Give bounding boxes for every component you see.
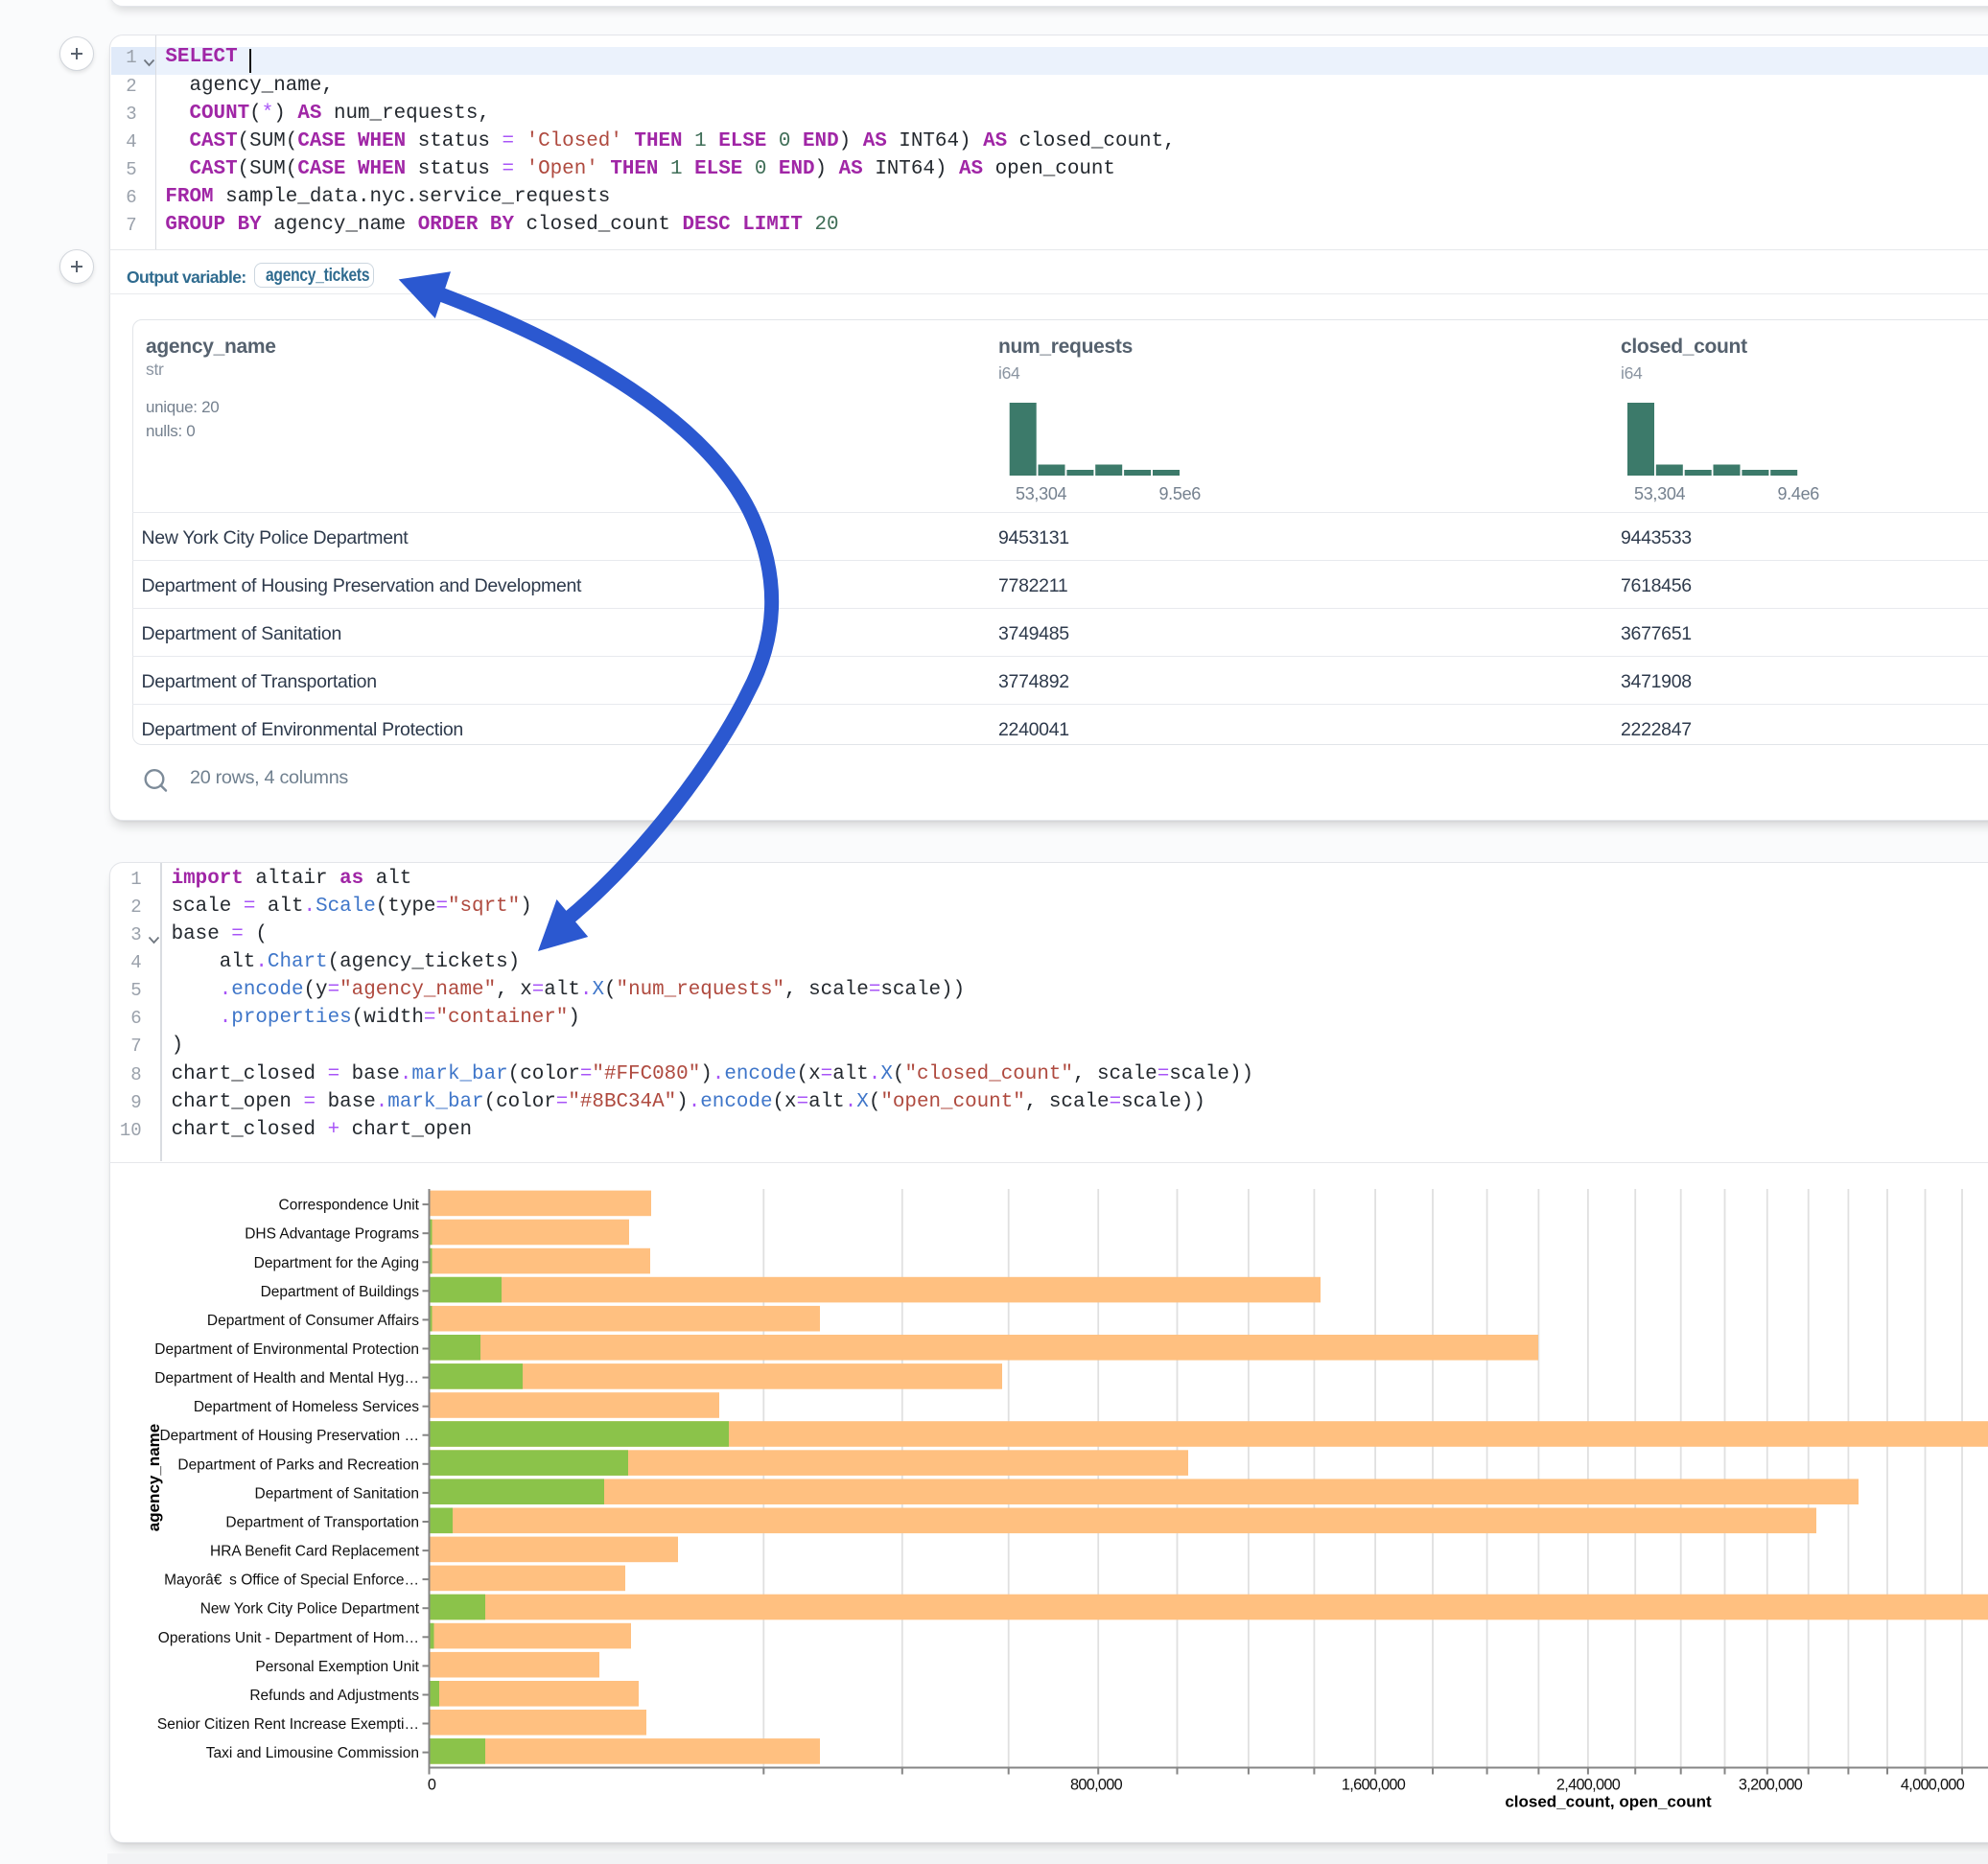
svg-text:Department for the Aging: Department for the Aging [254, 1255, 419, 1271]
svg-text:Department of Housing Preserva: Department of Housing Preservation … [159, 1428, 419, 1444]
svg-text:800,000: 800,000 [1070, 1777, 1123, 1794]
svg-text:Department of Transportation: Department of Transportation [225, 1515, 419, 1531]
svg-text:0: 0 [428, 1777, 436, 1794]
svg-text:Senior Citizen Rent Increase E: Senior Citizen Rent Increase Exempti… [157, 1716, 419, 1733]
svg-text:4,000,000: 4,000,000 [1901, 1777, 1965, 1794]
svg-text:New York City Police Departmen: New York City Police Department [200, 1601, 420, 1618]
svg-text:Personal Exemption Unit: Personal Exemption Unit [255, 1659, 419, 1675]
svg-text:agency_name: agency_name [145, 1424, 163, 1531]
svg-text:Operations Unit - Department o: Operations Unit - Department of Hom… [158, 1630, 419, 1646]
svg-text:Taxi and Limousine Commission: Taxi and Limousine Commission [206, 1745, 419, 1761]
svg-text:HRA Benefit Card Replacement: HRA Benefit Card Replacement [210, 1544, 420, 1560]
svg-text:Refunds and Adjustments: Refunds and Adjustments [249, 1688, 419, 1704]
svg-text:closed_count, open_count: closed_count, open_count [1505, 1793, 1712, 1811]
svg-text:3,200,000: 3,200,000 [1739, 1777, 1803, 1794]
svg-text:Department of Environmental Pr: Department of Environmental Protection [154, 1341, 419, 1358]
svg-text:Department of Health and Menta: Department of Health and Mental Hyg… [154, 1370, 419, 1386]
svg-text:Correspondence Unit: Correspondence Unit [279, 1198, 420, 1214]
svg-text:Department of Consumer Affairs: Department of Consumer Affairs [207, 1313, 419, 1329]
svg-text:Department of Homeless Service: Department of Homeless Services [194, 1399, 419, 1415]
svg-text:2,400,000: 2,400,000 [1556, 1777, 1621, 1794]
svg-text:1,600,000: 1,600,000 [1342, 1777, 1406, 1794]
svg-text:DHS Advantage Programs: DHS Advantage Programs [245, 1226, 419, 1243]
svg-text:Mayorâ€ s Office of Special En: Mayorâ€ s Office of Special Enforce… [164, 1573, 419, 1589]
svg-text:Department of Buildings: Department of Buildings [261, 1284, 420, 1300]
svg-text:Department of Sanitation: Department of Sanitation [255, 1485, 419, 1502]
svg-text:Department of Parks and Recrea: Department of Parks and Recreation [177, 1456, 419, 1473]
